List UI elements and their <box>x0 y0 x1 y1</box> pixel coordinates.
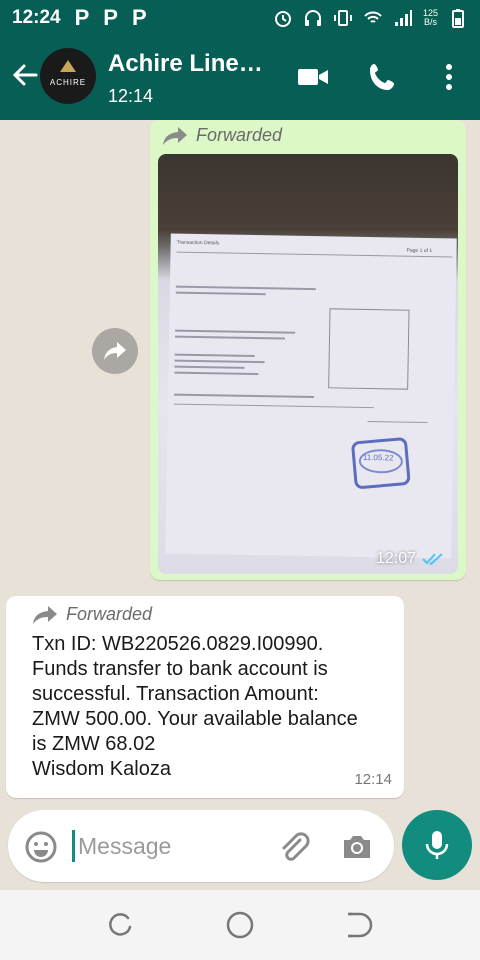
contact-avatar[interactable]: ACHIRE <box>40 48 96 104</box>
vibrate-icon <box>333 10 352 26</box>
notification-icons: P P P <box>75 5 147 31</box>
status-time: 12:24 <box>12 7 61 28</box>
message-input[interactable] <box>78 824 268 868</box>
message-composer <box>8 810 394 882</box>
text-message-bubble[interactable]: Forwarded Txn ID: WB220526.0829.I00990. … <box>6 596 404 798</box>
battery-icon <box>452 9 464 28</box>
photo-document: Transaction Details Page 1 of 1 11.05.22 <box>165 233 457 559</box>
net-speed: 125 B/s <box>423 9 438 27</box>
video-call-icon[interactable] <box>296 60 330 94</box>
photo-doc-heading: Transaction Details <box>176 239 220 247</box>
image-time-text: 12:07 <box>375 550 416 567</box>
wifi-icon <box>364 11 382 23</box>
contact-name[interactable]: Achire Line… <box>108 50 263 78</box>
achire-logo-icon <box>60 60 76 72</box>
read-receipt-icon <box>422 553 443 566</box>
microphone-icon <box>425 831 449 859</box>
system-nav-bar <box>0 890 480 960</box>
recent-apps-icon[interactable] <box>106 910 136 940</box>
emoji-icon[interactable] <box>24 830 58 864</box>
headset-icon <box>304 10 321 26</box>
image-message-time: 12:07 <box>376 550 444 568</box>
image-message-bubble[interactable]: Forwarded Transaction Details Page 1 of … <box>150 120 466 580</box>
camera-icon[interactable] <box>340 830 374 864</box>
forwarded-icon <box>33 605 57 624</box>
text-message-time: 12:14 <box>354 771 392 788</box>
forwarded-label-row: Forwarded <box>32 604 152 625</box>
home-icon[interactable] <box>225 910 255 940</box>
avatar-logo-text: ACHIRE <box>49 78 87 87</box>
back-arrow-icon[interactable] <box>10 60 40 90</box>
photo-doc-table <box>328 308 410 390</box>
notification-p-icon: P <box>131 5 147 30</box>
contact-subtitle: 12:14 <box>108 86 154 106</box>
chat-header: ACHIRE Achire Line… 12:14 <box>0 36 480 120</box>
notification-p-icon: P <box>103 5 118 30</box>
forwarded-icon <box>163 126 187 145</box>
text-cursor <box>72 830 75 862</box>
photo-doc-page: Page 1 of 1 <box>406 247 433 255</box>
photo-stamp-date: 11.05.22 <box>362 452 394 463</box>
attach-icon[interactable] <box>276 830 310 864</box>
transaction-photo[interactable]: Transaction Details Page 1 of 1 11.05.22 <box>158 154 458 574</box>
forwarded-label: Forwarded <box>196 125 283 145</box>
net-speed-unit: B/s <box>423 17 437 27</box>
notification-p-icon: P <box>74 5 90 30</box>
nav-back-icon[interactable] <box>344 910 374 940</box>
voice-message-button[interactable] <box>402 810 472 880</box>
message-body: Txn ID: WB220526.0829.I00990. Funds tran… <box>32 633 358 780</box>
forwarded-label-row: Forwarded <box>162 125 282 146</box>
share-forward-icon <box>104 342 126 360</box>
alarm-icon <box>274 11 291 27</box>
phone-call-icon[interactable] <box>366 60 400 94</box>
forwarded-label: Forwarded <box>66 604 153 624</box>
more-options-icon[interactable] <box>432 60 466 94</box>
chat-area[interactable]: Forwarded Transaction Details Page 1 of … <box>0 120 480 890</box>
signal-icon <box>394 10 412 26</box>
status-bar: 12:24 P P P 125 B/s <box>0 0 480 36</box>
share-button[interactable] <box>92 328 138 374</box>
